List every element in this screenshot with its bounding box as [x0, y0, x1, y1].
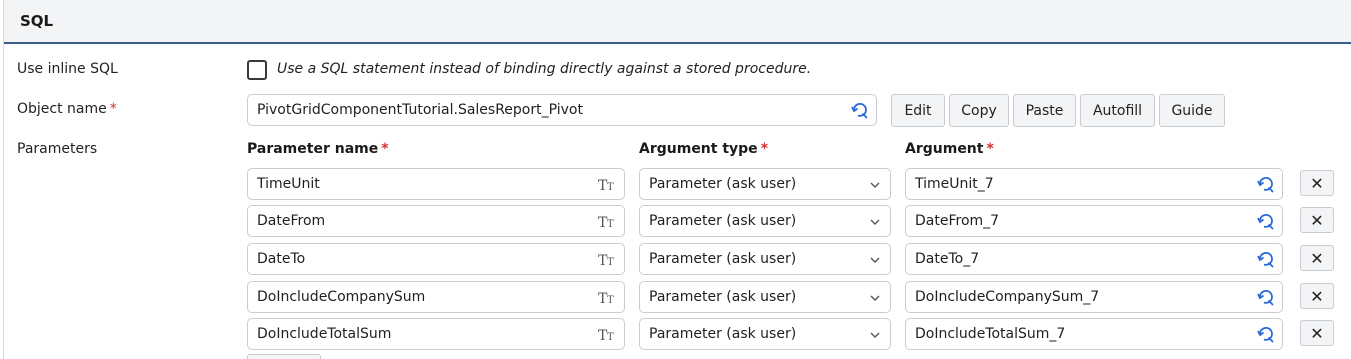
argument-value: DateFrom_7 [915, 213, 1000, 229]
text-format-icon[interactable]: T T [598, 250, 618, 270]
inline-sql-description: Use a SQL statement instead of binding d… [277, 61, 812, 77]
copy-button[interactable]: Copy [949, 94, 1009, 127]
argument-type-select[interactable]: Parameter (ask user) [639, 281, 891, 313]
argument-input[interactable]: DoIncludeCompanySum_7 [905, 281, 1283, 313]
close-icon: ✕ [1310, 173, 1324, 193]
text-format-icon[interactable]: T T [598, 325, 618, 345]
parameter-name-value: DoIncludeTotalSum [257, 326, 392, 342]
edit-button[interactable]: Edit [891, 94, 945, 127]
column-header-argument-type: Argument type * [639, 141, 768, 157]
argument-input[interactable]: DateFrom_7 [905, 205, 1283, 237]
parameter-name-input[interactable]: DateTo T T [247, 243, 625, 275]
refresh-select-icon[interactable] [1256, 288, 1276, 308]
parameter-name-input[interactable]: TimeUnit T T [247, 168, 625, 200]
text-format-icon[interactable]: T T [598, 288, 618, 308]
object-name-label: Object name * [17, 101, 117, 117]
argument-type-select[interactable]: Parameter (ask user) [639, 318, 891, 350]
required-marker: * [986, 141, 994, 157]
parameters-label: Parameters [17, 141, 98, 157]
paste-button[interactable]: Paste [1013, 94, 1076, 127]
column-header-parameter-name-text: Parameter name [247, 141, 379, 157]
chevron-down-icon [870, 257, 880, 263]
close-icon: ✕ [1310, 210, 1324, 230]
argument-input[interactable]: DateTo_7 [905, 243, 1283, 275]
inline-sql-label: Use inline SQL [17, 61, 118, 77]
chevron-down-icon [870, 182, 880, 188]
delete-row-button[interactable]: ✕ [1300, 320, 1334, 346]
object-name-label-text: Object name [17, 101, 107, 117]
argument-value: DoIncludeTotalSum_7 [915, 326, 1066, 342]
parameter-name-value: DateTo [257, 251, 306, 267]
close-icon: ✕ [1310, 286, 1324, 306]
argument-input[interactable]: TimeUnit_7 [905, 168, 1283, 200]
text-format-icon[interactable]: T T [598, 175, 618, 195]
argument-type-value: Parameter (ask user) [649, 326, 797, 342]
panel-header: SQL [4, 0, 1351, 44]
guide-button[interactable]: Guide [1159, 94, 1225, 127]
chevron-down-icon [870, 219, 880, 225]
delete-row-button[interactable]: ✕ [1300, 170, 1334, 196]
refresh-select-icon[interactable] [1256, 212, 1276, 232]
close-icon: ✕ [1310, 323, 1324, 343]
parameter-name-input[interactable]: DateFrom T T [247, 205, 625, 237]
argument-type-select[interactable]: Parameter (ask user) [639, 168, 891, 200]
refresh-select-icon[interactable] [1256, 175, 1276, 195]
refresh-select-icon[interactable] [1256, 325, 1276, 345]
parameter-name-value: DoIncludeCompanySum [257, 289, 426, 305]
parameter-name-input[interactable]: DoIncludeTotalSum T T [247, 318, 625, 350]
argument-type-value: Parameter (ask user) [649, 176, 797, 192]
svg-text:T: T [607, 182, 614, 193]
text-format-icon[interactable]: T T [598, 212, 618, 232]
object-name-value: PivotGridComponentTutorial.SalesReport_P… [257, 102, 583, 118]
column-header-argument: Argument * [905, 141, 994, 157]
argument-value: DoIncludeCompanySum_7 [915, 289, 1100, 305]
delete-row-button[interactable]: ✕ [1300, 245, 1334, 271]
required-marker: * [760, 141, 769, 157]
argument-type-value: Parameter (ask user) [649, 213, 797, 229]
svg-text:T: T [607, 219, 614, 230]
required-marker: * [109, 101, 117, 117]
chevron-down-icon [870, 295, 880, 301]
add-parameter-button[interactable] [247, 354, 321, 359]
inline-sql-checkbox[interactable] [247, 60, 267, 80]
argument-value: DateTo_7 [915, 251, 980, 267]
argument-input[interactable]: DoIncludeTotalSum_7 [905, 318, 1283, 350]
parameter-name-value: TimeUnit [257, 176, 320, 192]
delete-row-button[interactable]: ✕ [1300, 207, 1334, 233]
parameter-name-value: DateFrom [257, 213, 326, 229]
svg-text:T: T [607, 257, 614, 268]
refresh-select-icon[interactable] [850, 101, 870, 121]
refresh-select-icon[interactable] [1256, 250, 1276, 270]
panel-title: SQL [20, 12, 54, 30]
argument-type-value: Parameter (ask user) [649, 251, 797, 267]
close-icon: ✕ [1310, 248, 1324, 268]
argument-value: TimeUnit_7 [915, 176, 994, 192]
required-marker: * [381, 141, 389, 157]
parameter-name-input[interactable]: DoIncludeCompanySum T T [247, 281, 625, 313]
sql-panel: SQL Use inline SQL Use a SQL statement i… [3, 0, 1351, 359]
autofill-button[interactable]: Autofill [1080, 94, 1155, 127]
column-header-argument-text: Argument [905, 141, 984, 157]
argument-type-value: Parameter (ask user) [649, 289, 797, 305]
delete-row-button[interactable]: ✕ [1300, 283, 1334, 309]
svg-text:T: T [607, 295, 614, 306]
argument-type-select[interactable]: Parameter (ask user) [639, 205, 891, 237]
column-header-parameter-name: Parameter name * [247, 141, 389, 157]
chevron-down-icon [870, 332, 880, 338]
argument-type-select[interactable]: Parameter (ask user) [639, 243, 891, 275]
object-name-input[interactable]: PivotGridComponentTutorial.SalesReport_P… [247, 94, 877, 126]
column-header-argument-type-text: Argument type [639, 141, 758, 157]
svg-text:T: T [607, 332, 614, 343]
